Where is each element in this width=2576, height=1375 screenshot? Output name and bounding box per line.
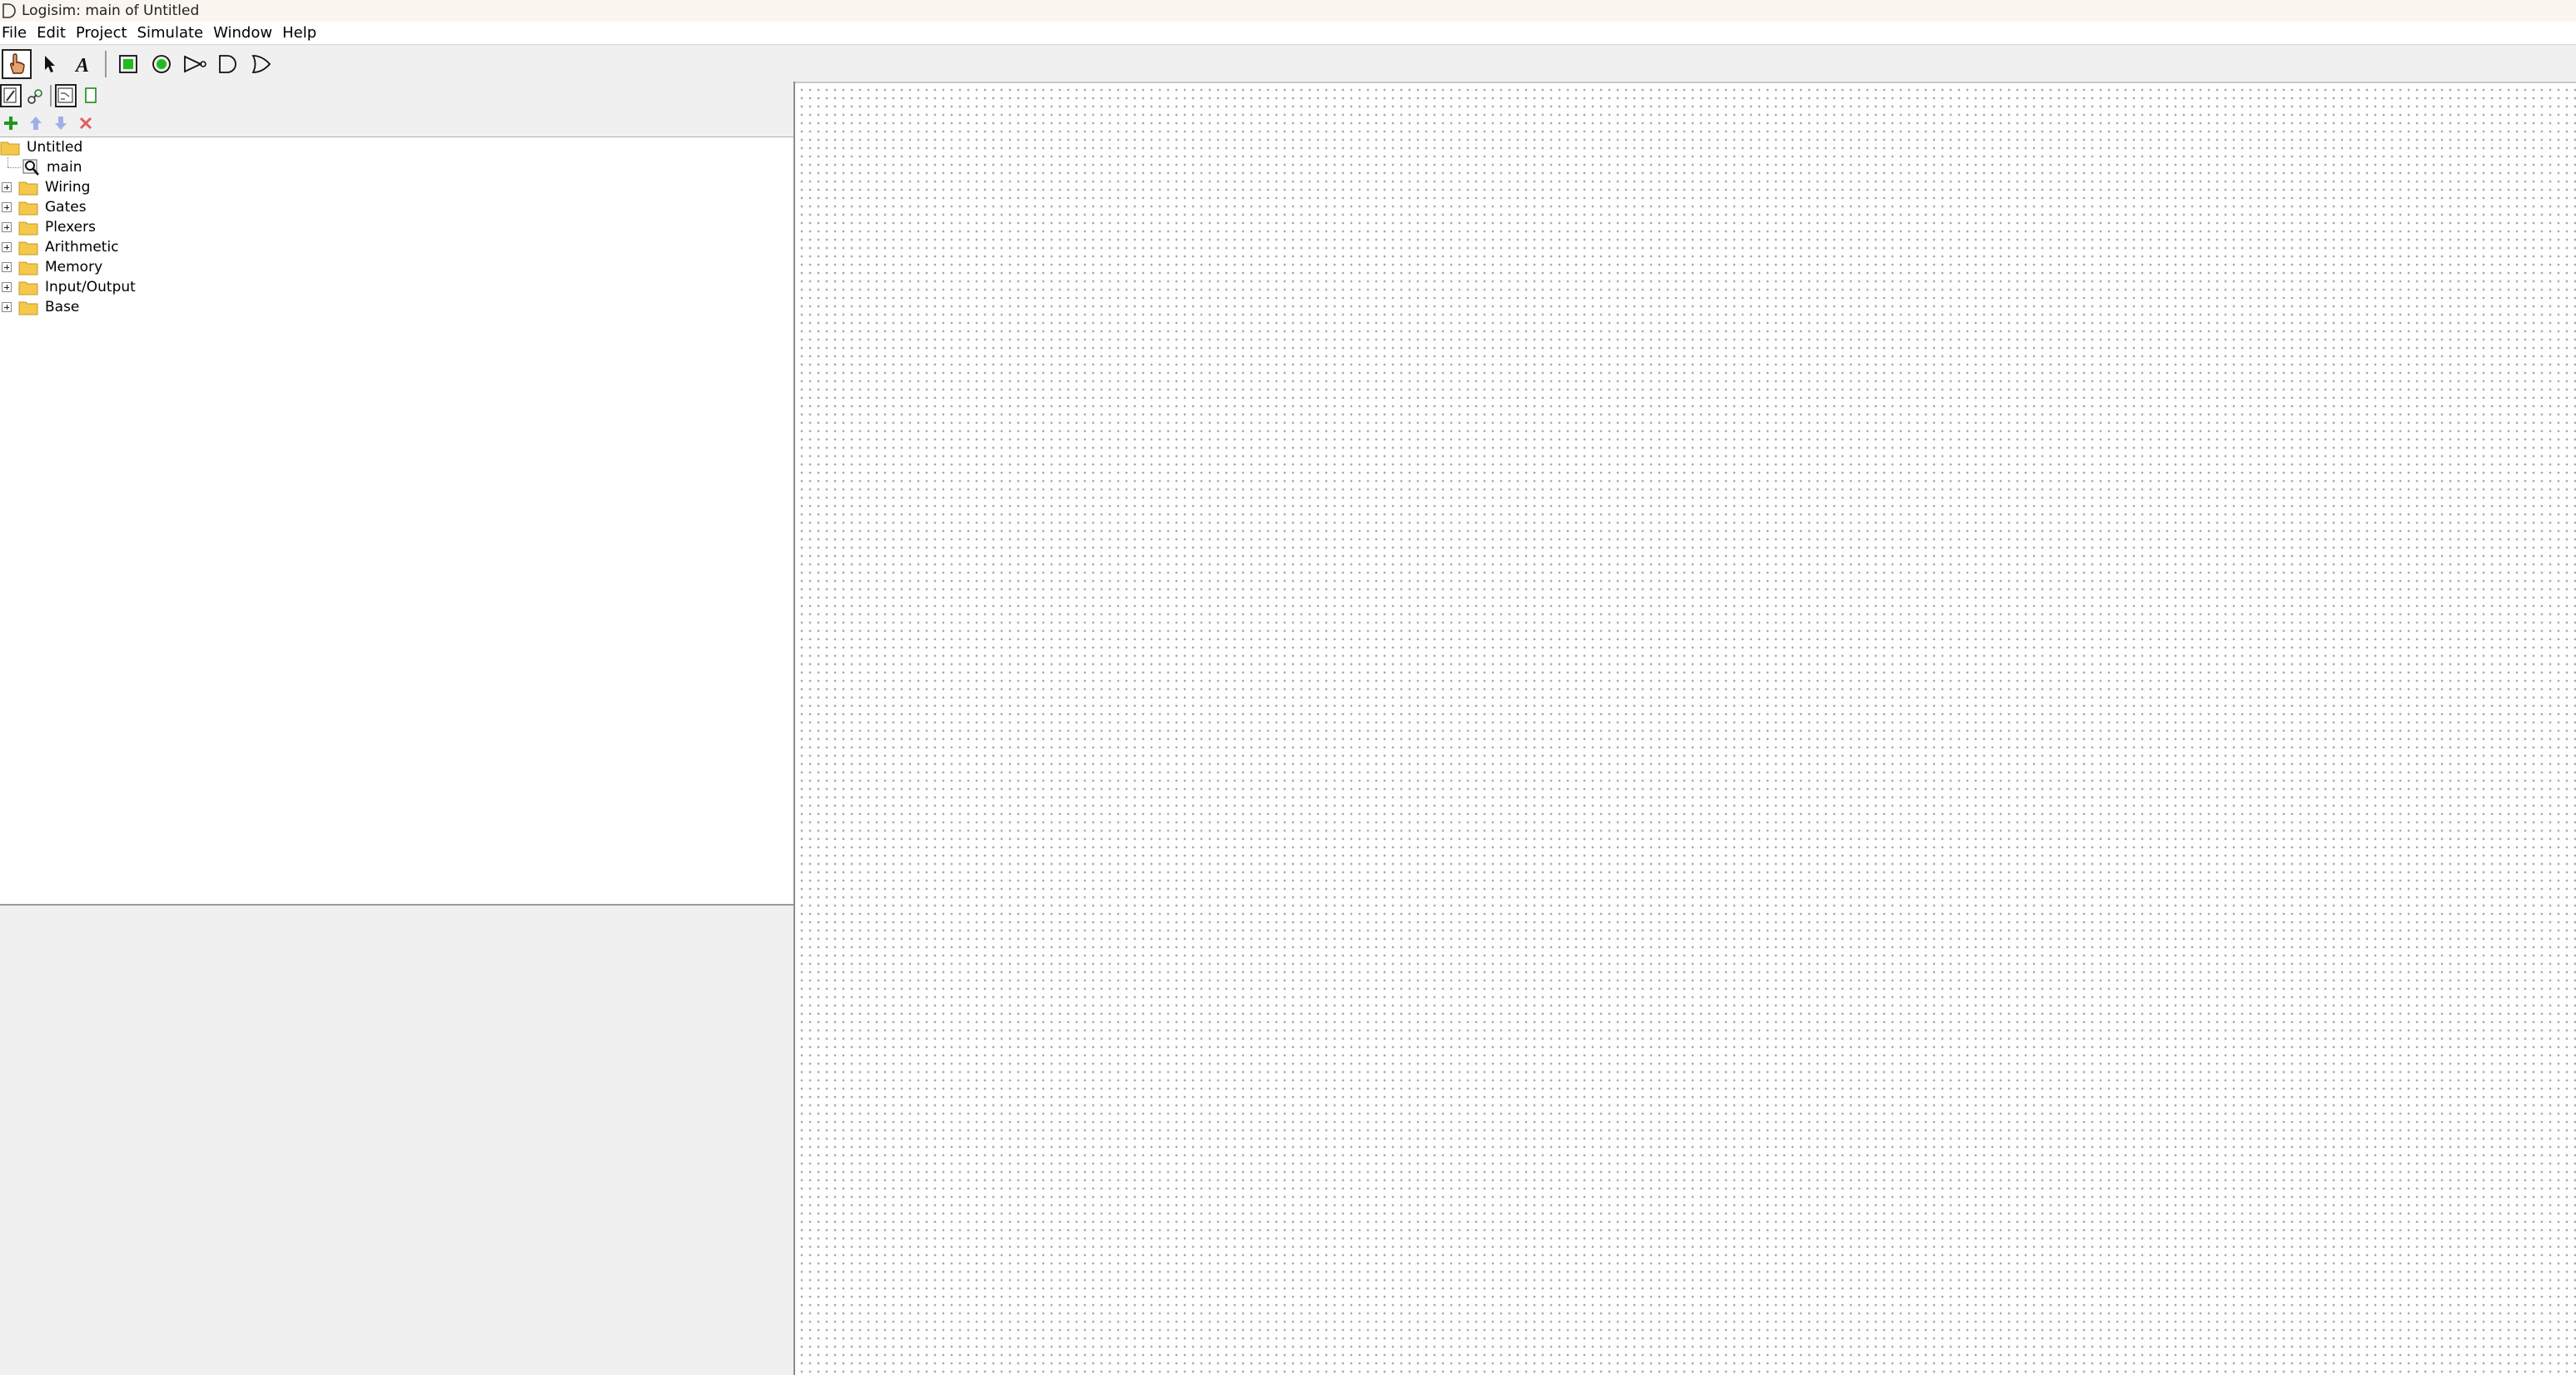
folder-icon <box>18 199 42 216</box>
arrow-up-icon <box>30 117 42 130</box>
arrow-down-icon <box>55 117 67 130</box>
move-circuit-down-button[interactable] <box>50 112 72 134</box>
close-icon <box>79 117 92 130</box>
add-or-gate-button[interactable] <box>246 49 276 79</box>
hand-poke-icon <box>10 53 25 74</box>
folder-icon <box>18 239 42 256</box>
show-simulation-tree-button[interactable] <box>25 84 47 107</box>
tree-connector <box>5 157 22 177</box>
tree-label: main <box>47 159 82 176</box>
project-toolbar <box>0 110 795 137</box>
expand-icon[interactable] <box>2 242 12 252</box>
tree-library-gates[interactable]: Gates <box>0 197 87 217</box>
tree-library-memory[interactable]: Memory <box>0 257 102 277</box>
title-bar: Logisim: main of Untitled <box>0 0 2576 22</box>
magnifier-circuit-icon <box>22 158 43 176</box>
simulation-tree-icon <box>27 89 42 104</box>
not-gate-icon <box>184 55 206 73</box>
tree-library-arithmetic[interactable]: Arithmetic <box>0 237 119 257</box>
move-circuit-up-button[interactable] <box>25 112 47 134</box>
add-output-pin-button[interactable] <box>147 49 177 79</box>
main-toolbar: A <box>0 47 2576 82</box>
arrow-select-icon <box>45 56 55 72</box>
show-toolbox-button[interactable] <box>0 84 22 107</box>
tree-circuit-main[interactable]: main <box>0 157 82 177</box>
tree-library-plexers[interactable]: Plexers <box>0 217 96 237</box>
and-gate-icon <box>219 55 236 73</box>
folder-icon <box>0 139 23 156</box>
expand-icon[interactable] <box>2 202 12 212</box>
appearance-icon <box>85 87 97 103</box>
poke-tool-button[interactable] <box>2 49 32 79</box>
input-pin-icon <box>119 55 137 73</box>
add-circuit-button[interactable] <box>0 112 22 134</box>
edit-layout-button[interactable] <box>55 84 77 107</box>
add-and-gate-button[interactable] <box>213 49 243 79</box>
expand-icon[interactable] <box>2 262 12 272</box>
edit-appearance-button[interactable] <box>80 84 102 107</box>
folder-icon <box>18 219 42 236</box>
menu-simulate[interactable]: Simulate <box>132 22 209 45</box>
folder-icon <box>18 299 42 315</box>
menu-window[interactable]: Window <box>208 22 277 45</box>
menu-edit[interactable]: Edit <box>32 22 71 45</box>
circuit-layout-icon <box>57 87 73 103</box>
window-title: Logisim: main of Untitled <box>22 2 200 19</box>
tree-label: Memory <box>45 259 103 275</box>
explorer-separator <box>50 85 52 107</box>
tree-project-root[interactable]: Untitled <box>0 137 82 157</box>
folder-icon <box>18 179 42 196</box>
tree-label: Wiring <box>45 179 91 196</box>
remove-circuit-button[interactable] <box>75 112 97 134</box>
tree-label: Plexers <box>45 219 96 236</box>
attribute-panel <box>0 906 793 1375</box>
explorer-tree: Untitled main Wiring Gates Plexers Arith… <box>0 137 793 906</box>
add-input-pin-button[interactable] <box>113 49 143 79</box>
svg-text:A: A <box>74 55 89 75</box>
menu-bar: File Edit Project Simulate Window Help <box>0 22 2576 45</box>
tree-library-base[interactable]: Base <box>0 297 79 317</box>
tree-library-wiring[interactable]: Wiring <box>0 177 90 197</box>
text-tool-icon: A <box>74 55 89 75</box>
menu-project[interactable]: Project <box>71 22 132 45</box>
logisim-window: Logisim: main of Untitled File Edit Proj… <box>0 0 2576 1375</box>
logisim-app-icon <box>2 2 20 20</box>
tree-label: Base <box>45 299 80 315</box>
menu-file[interactable]: File <box>0 22 32 45</box>
tree-label: Gates <box>45 199 87 216</box>
expand-icon[interactable] <box>2 282 12 292</box>
explorer-view-toolbar <box>0 82 795 110</box>
folder-icon <box>18 279 42 295</box>
expand-icon[interactable] <box>2 182 12 192</box>
add-not-gate-button[interactable] <box>180 49 210 79</box>
tree-library-input-output[interactable]: Input/Output <box>0 277 136 297</box>
toolbox-view-icon <box>3 87 17 103</box>
folder-icon <box>18 259 42 275</box>
select-tool-button[interactable] <box>35 49 65 79</box>
tree-label: Untitled <box>27 139 83 156</box>
or-gate-icon <box>251 55 271 73</box>
tree-label: Input/Output <box>45 279 136 295</box>
plus-icon <box>4 117 17 130</box>
toolbar-separator <box>105 51 107 77</box>
text-tool-button[interactable]: A <box>68 49 98 79</box>
circuit-canvas[interactable] <box>795 82 2576 1375</box>
expand-icon[interactable] <box>2 222 12 232</box>
expand-icon[interactable] <box>2 302 12 312</box>
menu-help[interactable]: Help <box>277 22 321 45</box>
tree-label: Arithmetic <box>45 239 119 256</box>
output-pin-icon <box>152 55 171 73</box>
